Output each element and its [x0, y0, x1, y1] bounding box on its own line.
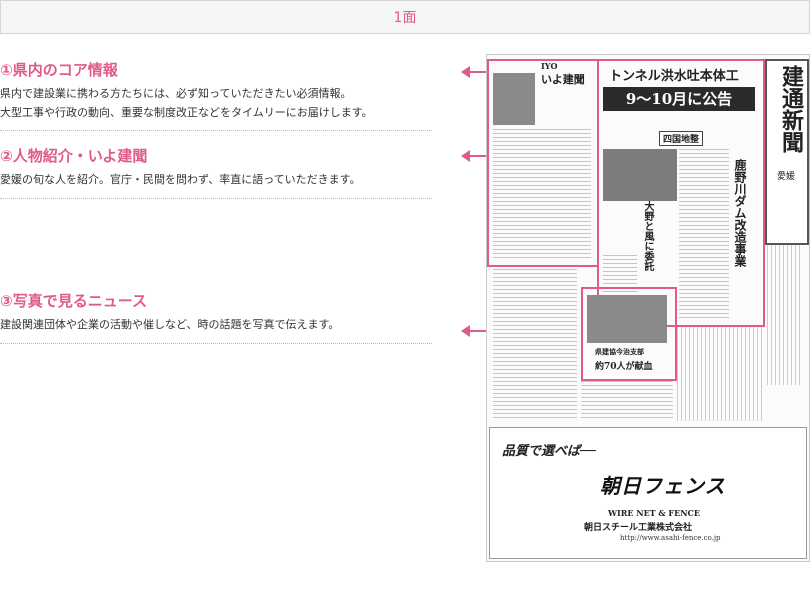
ad-brand: 朝日フェンス [600, 474, 726, 498]
headline: トンネル洪水吐本体工 [609, 69, 739, 84]
section-line: 愛媛の旬な人を紹介。官庁・民間を問わず、率直に語っていただきます。 [0, 173, 361, 186]
side-news-text [767, 245, 803, 385]
section-divider [0, 343, 432, 344]
section-title: ③写真で見るニュース [0, 292, 147, 310]
photo-caption: 県建協今治支部 [595, 347, 644, 356]
section-person-profile: ②人物紹介・いよ建聞 愛媛の旬な人を紹介。官庁・民間を問わず、率直に語っていただ… [0, 146, 432, 189]
masthead-title: 建通新聞 [778, 65, 804, 153]
ad-product: WIRE NET & FENCE [608, 508, 700, 518]
column-brand: IYO [541, 61, 558, 71]
masthead-region: 愛媛 [776, 172, 795, 182]
masthead: 建通新聞 愛媛 [765, 59, 809, 245]
section-photo-news: ③写真で見るニュース 建設関連団体や企業の活動や催しなど、時の話題を写真で伝えま… [0, 291, 432, 334]
dam-photo [603, 149, 677, 201]
column-heading: 大野と風に委託 [642, 201, 653, 271]
news-photo [587, 295, 667, 343]
section-description: 県内で建設業に携わる方たちには、必ず知っていただきたい必須情報。 大型工事や行政… [0, 84, 432, 122]
ad-company: 朝日スチール工業株式会社 [584, 523, 693, 533]
headline-banner: 9～10月に公告 [603, 87, 755, 111]
section-line: 大型工事や行政の動向、重要な制度改正などをタイムリーにお届けします。 [0, 106, 373, 119]
section-title: ②人物紹介・いよ建聞 [0, 147, 148, 165]
section-title: ①県内のコア情報 [0, 61, 118, 79]
column-tag: 四国地整 [659, 131, 704, 146]
ad-url: http://www.asahi-fence.co.jp [620, 534, 721, 542]
section-core-info: ①県内のコア情報 県内で建設業に携わる方たちには、必ず知っていただきたい必須情報… [0, 60, 432, 122]
column-text [493, 129, 591, 259]
body-text [581, 381, 673, 421]
body-text [677, 327, 763, 421]
sub-headline: 鹿野川ダム改造事業 [733, 159, 747, 267]
section-description: 愛媛の旬な人を紹介。官庁・民間を問わず、率直に語っていただきます。 [0, 170, 432, 189]
portrait-photo [493, 73, 535, 125]
core-news-text [679, 149, 729, 319]
section-line: 建設関連団体や企業の活動や催しなど、時の話題を写真で伝えます。 [0, 318, 340, 331]
section-divider [0, 130, 432, 131]
photo-headline: 約70人が献血 [595, 362, 653, 372]
section-description: 建設関連団体や企業の活動や催しなど、時の話題を写真で伝えます。 [0, 315, 432, 334]
body-text [493, 269, 577, 419]
section-line: 県内で建設業に携わる方たちには、必ず知っていただきたい必須情報。 [0, 87, 352, 100]
section-divider [0, 198, 432, 199]
column-title: いよ建聞 [541, 73, 585, 86]
page-header: 1面 [0, 0, 810, 34]
ad-slogan: 品質で選べば── [502, 444, 596, 459]
page-title: 1面 [393, 10, 417, 26]
advertisement: 品質で選べば── 朝日フェンス WIRE NET & FENCE 朝日スチール工… [489, 427, 807, 559]
newspaper-page: IYO いよ建聞 トンネル洪水吐本体工 9～10月に公告 四国地整 大野と風に委… [486, 54, 810, 562]
